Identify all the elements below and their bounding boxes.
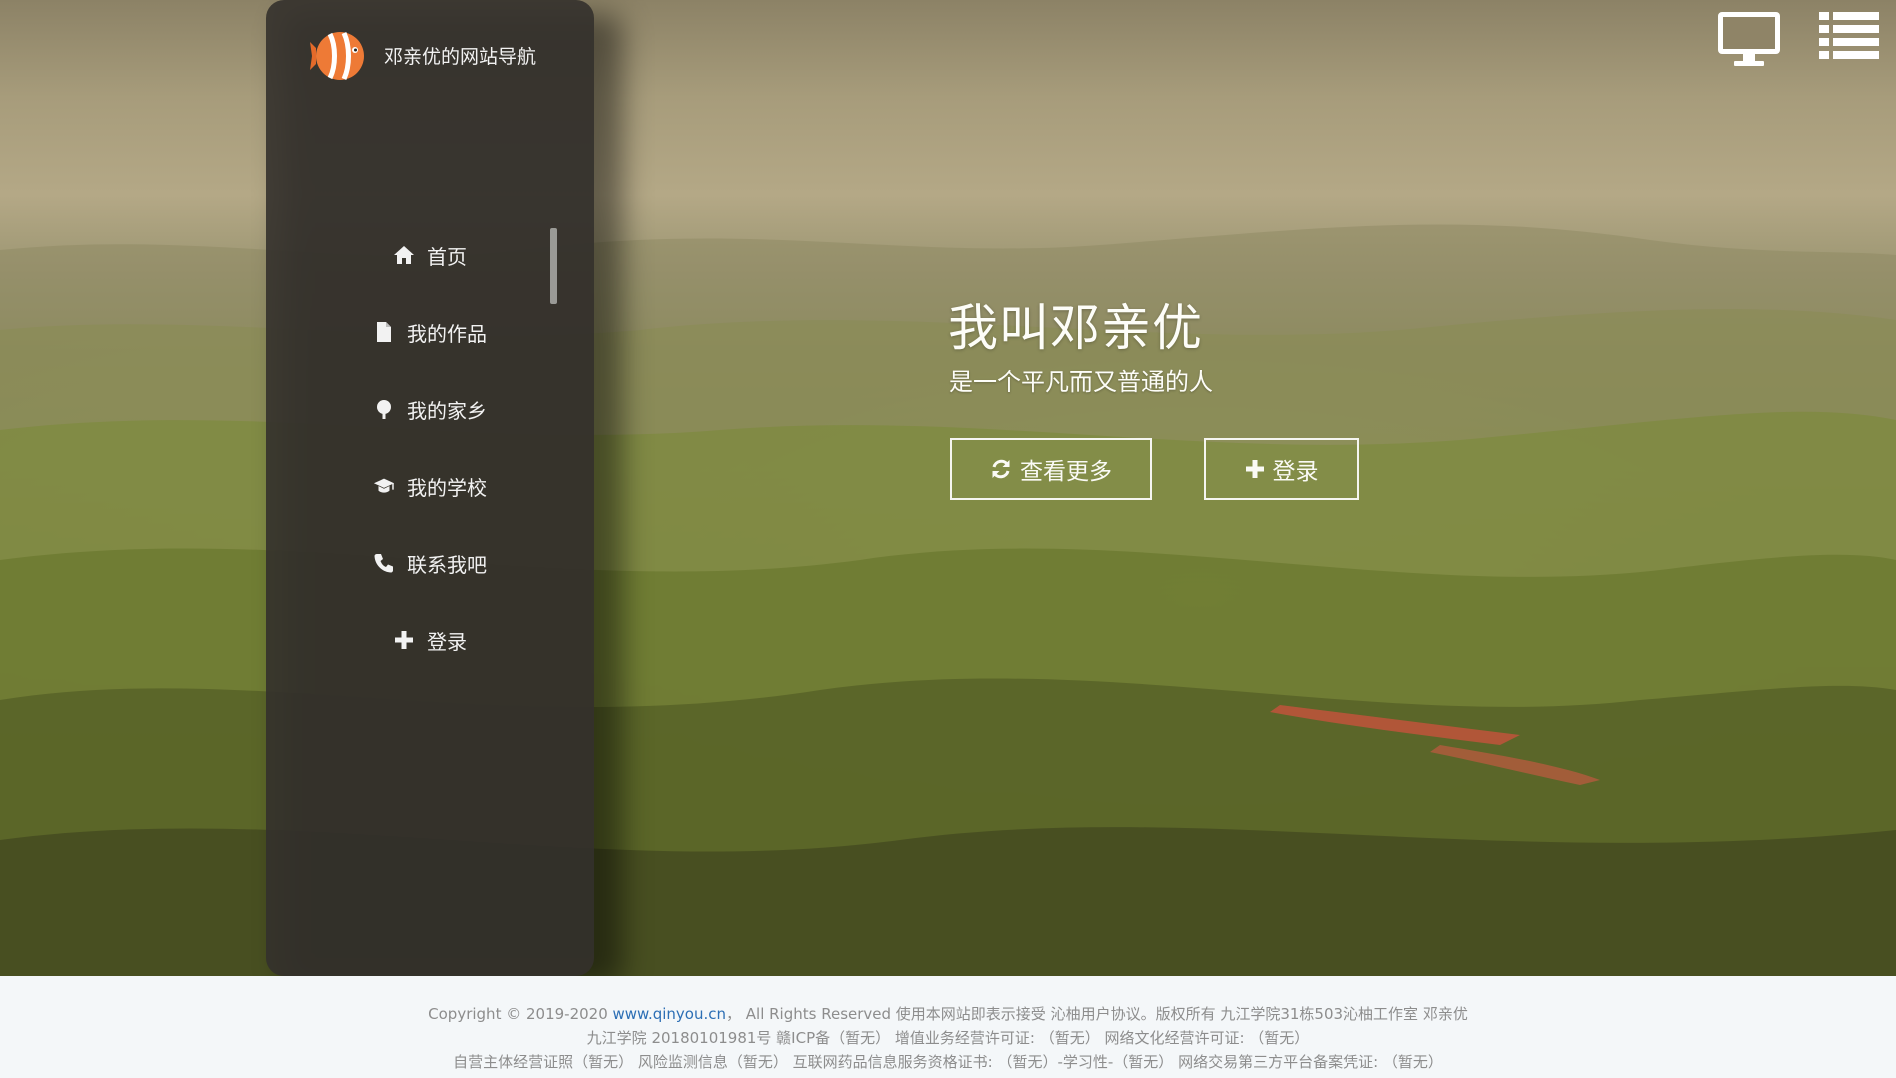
nav-item-login[interactable]: 登录 (266, 615, 594, 665)
footer-line-1: Copyright © 2019-2020 www.qinyou.cn， All… (0, 1003, 1896, 1024)
footer: Copyright © 2019-2020 www.qinyou.cn， All… (0, 976, 1896, 1078)
view-more-label: 查看更多 (1020, 459, 1112, 485)
hero-subtitle: 是一个平凡而又普通的人 (949, 368, 1213, 396)
footer-site-link[interactable]: www.qinyou.cn (613, 1005, 726, 1023)
nav-item-hometown[interactable]: 我的家乡 (266, 384, 594, 434)
hero-title: 我叫邓亲优 (948, 299, 1203, 357)
brand-name: 邓亲优的网站导航 (384, 45, 537, 68)
nav-label: 我的家乡 (407, 398, 487, 423)
nav-label: 登录 (427, 629, 467, 654)
tree-icon (373, 398, 395, 420)
nav-item-school[interactable]: 我的学校 (266, 461, 594, 511)
nav-item-works[interactable]: 我的作品 (266, 307, 594, 357)
footer-rights: ， All Rights Reserved 使用本网站即表示接受 沁柚用户协议。… (726, 1005, 1468, 1023)
monitor-icon[interactable] (1716, 10, 1782, 72)
list-icon[interactable] (1818, 10, 1880, 66)
plus-icon (393, 629, 415, 651)
file-icon (373, 321, 395, 343)
nav-item-home[interactable]: 首页 (266, 230, 594, 280)
hero-login-label: 登录 (1272, 459, 1319, 485)
brand[interactable]: 邓亲优的网站导航 (310, 26, 536, 84)
nav-item-contact[interactable]: 联系我吧 (266, 538, 594, 588)
nav-label: 我的作品 (407, 321, 487, 346)
footer-line-3: 自营主体经营证照（暂无） 风险监测信息（暂无） 互联网药品信息服务资格证书: （… (453, 1053, 1443, 1071)
nav-label: 首页 (427, 244, 467, 269)
refresh-icon (990, 458, 1012, 480)
clownfish-logo-icon (310, 31, 364, 81)
footer-line-2: 九江学院 20180101981号 赣ICP备（暂无） 增值业务经营许可证: （… (586, 1029, 1310, 1047)
footer-copyright: Copyright © 2019-2020 (428, 1005, 613, 1023)
hero-login-button[interactable]: 登录 (1204, 438, 1359, 500)
graduation-cap-icon (373, 475, 395, 497)
nav-label: 联系我吧 (407, 552, 487, 577)
view-more-button[interactable]: 查看更多 (950, 438, 1152, 500)
home-icon (393, 244, 415, 266)
nav-label: 我的学校 (407, 475, 487, 500)
phone-icon (373, 552, 395, 574)
sidebar: 邓亲优的网站导航 首页 我的作品 我的家乡 我的学校 联系我吧 登录 (266, 0, 594, 976)
plus-icon (1245, 459, 1265, 479)
